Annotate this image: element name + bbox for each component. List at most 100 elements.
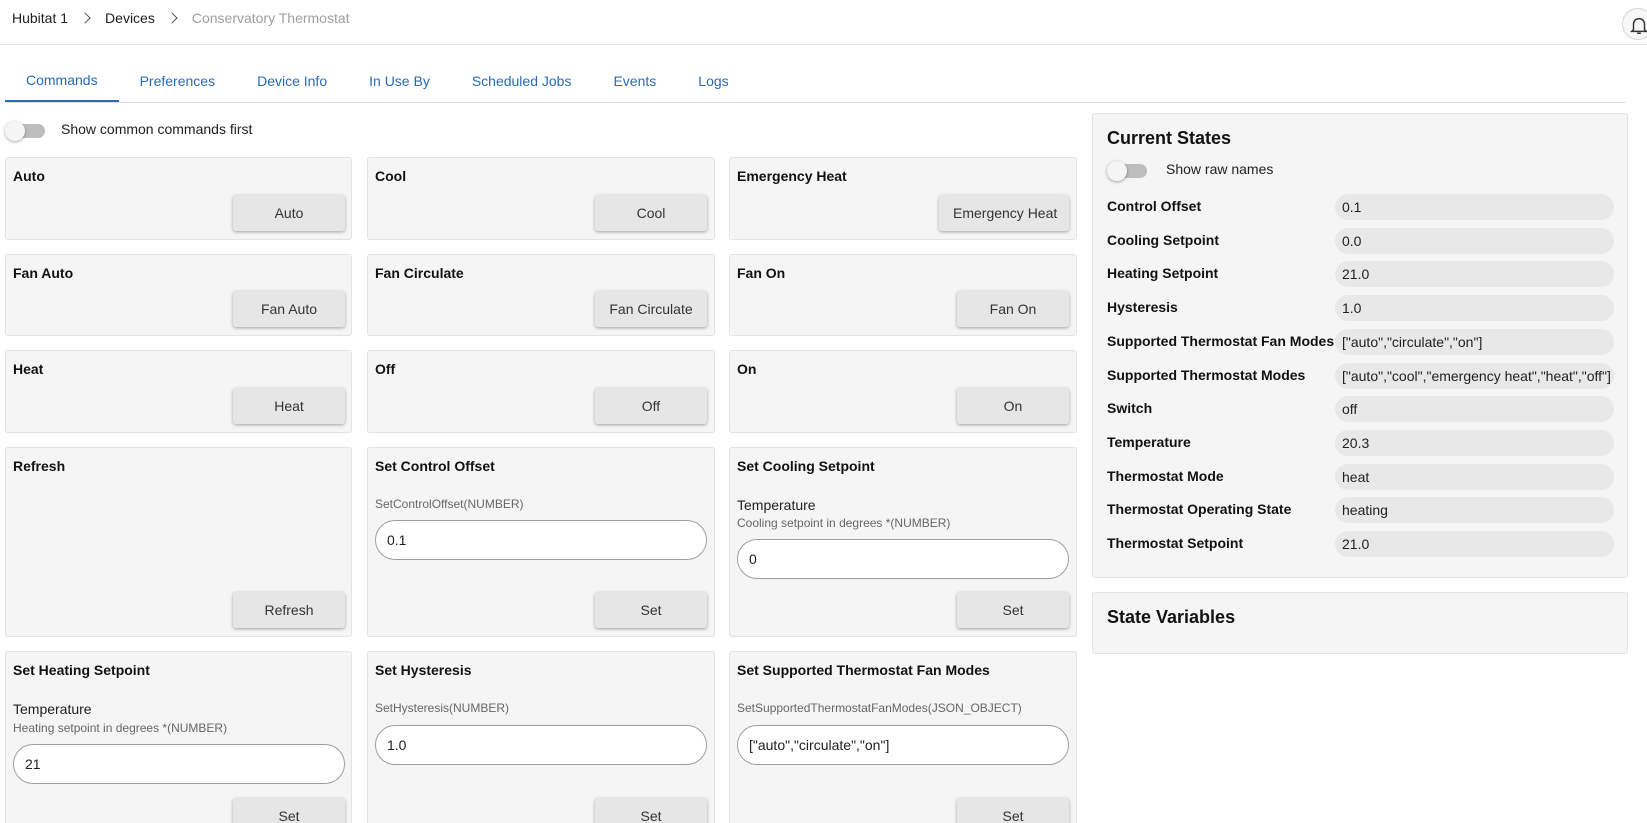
state-row: Cooling Setpoint 0.0	[1107, 228, 1615, 254]
set-fan-modes-button[interactable]: Set	[957, 798, 1069, 823]
bell-icon	[1629, 17, 1647, 34]
state-row: Thermostat Operating State heating	[1107, 497, 1615, 523]
breadcrumb-device: Conservatory Thermostat	[191, 10, 350, 26]
state-row: Thermostat Setpoint 21.0	[1107, 531, 1615, 557]
fan-on-button[interactable]: Fan On	[957, 291, 1069, 327]
parameter-hint: SetControlOffset(NUMBER)	[375, 497, 524, 511]
state-variables-panel: State Variables	[1092, 592, 1628, 654]
state-row: Thermostat Mode heat	[1107, 464, 1615, 490]
command-card-set-heating-setpoint: Set Heating Setpoint Temperature Heating…	[5, 651, 352, 823]
set-cooling-setpoint-button[interactable]: Set	[957, 592, 1069, 628]
set-heating-setpoint-button[interactable]: Set	[233, 798, 345, 823]
command-title: Heat	[13, 361, 44, 377]
state-name: Thermostat Setpoint	[1107, 535, 1244, 551]
state-value: 1.0	[1335, 295, 1614, 321]
current-states-title: Current States	[1107, 128, 1232, 148]
parameter-label: Temperature	[13, 701, 92, 717]
command-title: Fan On	[737, 265, 786, 281]
command-title: Set Hysteresis	[375, 662, 472, 678]
state-name: Control Offset	[1107, 198, 1202, 214]
state-name: Supported Thermostat Modes	[1107, 367, 1306, 383]
command-card-cool: Cool Cool	[367, 157, 715, 240]
command-card-set-hysteresis: Set Hysteresis SetHysteresis(NUMBER) Set	[367, 651, 715, 823]
set-hysteresis-button[interactable]: Set	[595, 798, 707, 823]
state-value: ["auto","circulate","on"]	[1335, 329, 1614, 355]
command-title: Fan Circulate	[375, 265, 464, 281]
state-value: heating	[1335, 497, 1614, 523]
raw-names-toggle[interactable]	[1107, 161, 1147, 181]
command-card-set-control-offset: Set Control Offset SetControlOffset(NUMB…	[367, 447, 715, 637]
parameter-label: Temperature	[737, 497, 816, 513]
heat-button[interactable]: Heat	[233, 388, 345, 424]
fan-auto-button[interactable]: Fan Auto	[233, 291, 345, 327]
command-card-emergency-heat: Emergency Heat Emergency Heat	[729, 157, 1077, 240]
tab-logs[interactable]: Logs	[677, 60, 749, 102]
command-title: Fan Auto	[13, 265, 74, 281]
command-title: Refresh	[13, 458, 66, 474]
state-variables-title: State Variables	[1107, 607, 1236, 627]
state-name: Cooling Setpoint	[1107, 232, 1219, 248]
tab-events[interactable]: Events	[592, 60, 677, 102]
command-card-set-cooling-setpoint: Set Cooling Setpoint Temperature Cooling…	[729, 447, 1077, 637]
fan-modes-input[interactable]	[737, 725, 1069, 765]
common-commands-toggle[interactable]	[5, 121, 45, 141]
cooling-setpoint-input[interactable]	[737, 539, 1069, 579]
state-value: 20.3	[1335, 430, 1614, 456]
set-control-offset-button[interactable]: Set	[595, 592, 707, 628]
chevron-right-icon	[79, 12, 91, 24]
parameter-hint: Cooling setpoint in degrees *(NUMBER)	[737, 516, 951, 530]
command-title: Emergency Heat	[737, 168, 847, 184]
chevron-right-icon	[166, 12, 178, 24]
command-title: Off	[375, 361, 396, 377]
tab-in-use-by[interactable]: In Use By	[348, 60, 451, 102]
state-row: Temperature 20.3	[1107, 430, 1615, 456]
command-title: Set Control Offset	[375, 458, 495, 474]
tab-bar: Commands Preferences Device Info In Use …	[5, 60, 1626, 103]
current-states-panel: Current States Show raw names Control Of…	[1092, 113, 1628, 578]
command-card-on: On On	[729, 350, 1077, 433]
control-offset-input[interactable]	[375, 520, 707, 560]
state-value: heat	[1335, 464, 1614, 490]
command-card-set-fan-modes: Set Supported Thermostat Fan Modes SetSu…	[729, 651, 1077, 823]
tab-scheduled-jobs[interactable]: Scheduled Jobs	[451, 60, 593, 102]
command-card-auto: Auto Auto	[5, 157, 352, 240]
state-name: Supported Thermostat Fan Modes	[1107, 333, 1335, 349]
command-title: Auto	[13, 168, 45, 184]
state-row: Supported Thermostat Fan Modes ["auto","c…	[1107, 329, 1615, 355]
emergency-heat-button[interactable]: Emergency Heat	[939, 195, 1069, 231]
command-card-fan-on: Fan On Fan On	[729, 254, 1077, 336]
top-bar: Hubitat 1 Devices Conservatory Thermosta…	[0, 0, 1647, 45]
tab-commands[interactable]: Commands	[5, 60, 119, 102]
cool-button[interactable]: Cool	[595, 195, 707, 231]
command-card-heat: Heat Heat	[5, 350, 352, 433]
on-button[interactable]: On	[957, 388, 1069, 424]
notifications-button[interactable]	[1622, 8, 1647, 40]
parameter-hint: SetSupportedThermostatFanModes(JSON_OBJE…	[737, 701, 1022, 715]
command-title: Set Supported Thermostat Fan Modes	[737, 662, 990, 678]
breadcrumb-hub[interactable]: Hubitat 1	[12, 10, 68, 26]
parameter-hint: SetHysteresis(NUMBER)	[375, 701, 510, 715]
state-value: off	[1335, 396, 1614, 422]
state-row: Supported Thermostat Modes ["auto","cool"…	[1107, 363, 1615, 389]
tab-preferences[interactable]: Preferences	[119, 60, 236, 102]
auto-button[interactable]: Auto	[233, 195, 345, 231]
state-name: Thermostat Operating State	[1107, 501, 1292, 517]
refresh-button[interactable]: Refresh	[233, 592, 345, 628]
state-row: Switch off	[1107, 396, 1615, 422]
fan-circulate-button[interactable]: Fan Circulate	[595, 291, 707, 327]
heating-setpoint-input[interactable]	[13, 744, 345, 784]
state-row: Heating Setpoint 21.0	[1107, 261, 1615, 287]
command-card-fan-auto: Fan Auto Fan Auto	[5, 254, 352, 336]
command-card-fan-circulate: Fan Circulate Fan Circulate	[367, 254, 715, 336]
hysteresis-input[interactable]	[375, 725, 707, 765]
off-button[interactable]: Off	[595, 388, 707, 424]
raw-names-label: Show raw names	[1166, 161, 1274, 177]
command-title: Set Cooling Setpoint	[737, 458, 875, 474]
state-value: 0.1	[1335, 194, 1614, 220]
state-name: Temperature	[1107, 434, 1191, 450]
breadcrumb-devices[interactable]: Devices	[105, 10, 155, 26]
tab-device-info[interactable]: Device Info	[236, 60, 348, 102]
state-name: Thermostat Mode	[1107, 468, 1224, 484]
state-value: 21.0	[1335, 531, 1614, 557]
command-card-off: Off Off	[367, 350, 715, 433]
